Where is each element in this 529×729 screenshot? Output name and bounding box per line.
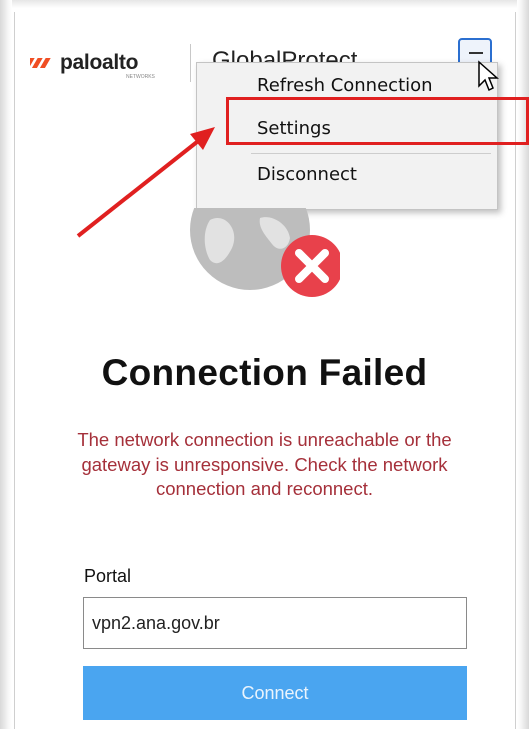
portal-input[interactable]: vpn2.ana.gov.br <box>83 597 467 649</box>
status-title: Connection Failed <box>101 352 428 393</box>
screenshot-stage: paloalto NETWORKS GlobalProtect Refresh … <box>0 0 529 729</box>
status-message: The network connection is unreachable or… <box>77 429 452 499</box>
portal-label: Portal <box>84 566 132 586</box>
connect-button[interactable]: Connect <box>83 666 467 720</box>
globe-icon <box>190 208 340 297</box>
